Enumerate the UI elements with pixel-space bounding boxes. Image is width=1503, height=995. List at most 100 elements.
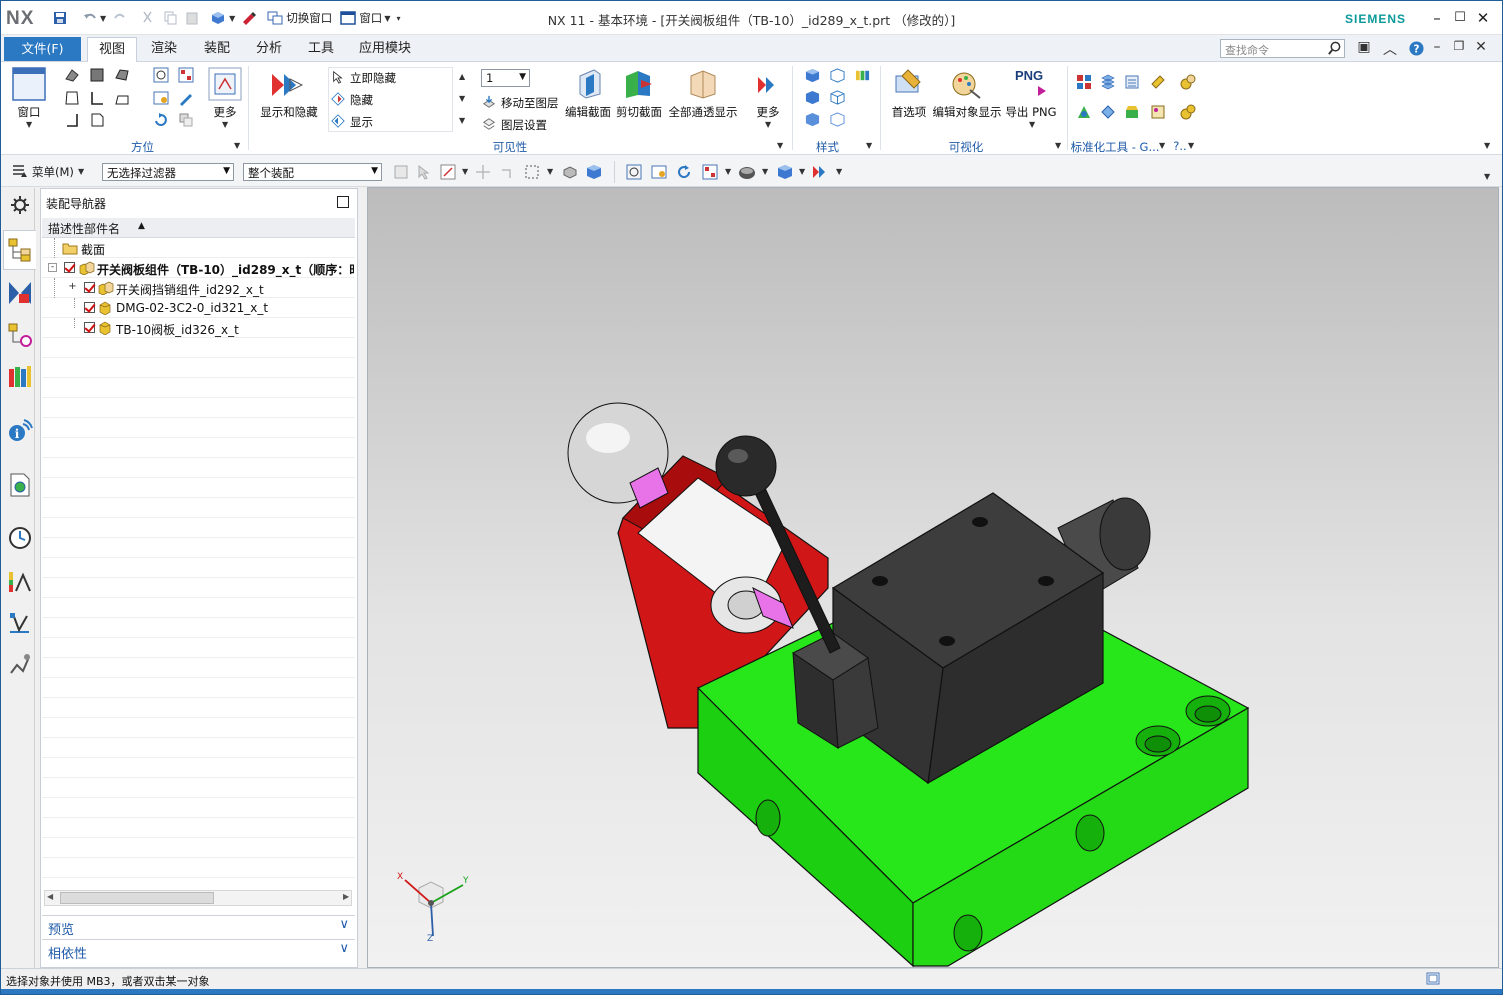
sketch-view-icon[interactable] <box>178 90 194 106</box>
view-front-icon[interactable] <box>89 67 105 83</box>
partially-shaded-icon[interactable] <box>805 90 820 105</box>
std-tool-7-icon[interactable] <box>1124 104 1140 120</box>
render-style-dropdown-icon[interactable]: ▼ <box>762 167 768 176</box>
scroll-left-icon[interactable]: ◀ <box>47 892 53 901</box>
gallery-scroll-up-icon[interactable]: ▲ <box>459 72 465 81</box>
overflow-tool-2-icon[interactable] <box>1180 104 1196 120</box>
show-button[interactable]: 显示 <box>350 114 373 130</box>
std-tool-8-icon[interactable] <box>1150 104 1166 120</box>
navigator-maximize-button[interactable] <box>337 196 349 208</box>
hide-icon[interactable] <box>331 92 345 106</box>
studio-icon[interactable] <box>805 112 820 127</box>
hide-button[interactable]: 隐藏 <box>350 92 373 108</box>
edit-section-icon[interactable] <box>574 68 604 100</box>
web-browser-icon[interactable] <box>7 472 33 498</box>
tree-expand-toggle[interactable]: + <box>68 282 77 292</box>
reorient-icon[interactable] <box>178 112 194 128</box>
overflow-tool-1-icon[interactable] <box>1180 74 1196 90</box>
view-left-icon[interactable] <box>89 90 105 106</box>
immediate-hide-button[interactable]: 立即隐藏 <box>350 70 396 86</box>
selection-filter-select[interactable]: 无选择过滤器 ▼ <box>102 163 234 181</box>
show-hide-dropdown-icon[interactable]: ▼ <box>836 167 842 176</box>
style-group-dropdown-icon[interactable]: ▼ <box>866 141 872 150</box>
zoom-window-icon[interactable] <box>178 67 194 83</box>
visibility-checkbox[interactable] <box>84 322 95 333</box>
menu-dropdown-icon[interactable]: ▼ <box>78 167 84 176</box>
fit-icon[interactable] <box>153 67 169 83</box>
overflow-dropdown-icon[interactable]: ▼ <box>1188 141 1194 150</box>
view-trimetric-icon[interactable] <box>64 67 80 83</box>
layout-dropdown-icon[interactable]: ▼ <box>725 167 731 176</box>
edit-section-button[interactable]: 编辑截面 <box>562 104 614 120</box>
preferences-icon[interactable] <box>894 68 924 100</box>
export-png-button[interactable]: 导出 PNG <box>1005 104 1057 120</box>
search-icon[interactable] <box>1327 41 1342 56</box>
doc-minimize-button[interactable]: – <box>1427 39 1447 55</box>
show-hide-icon[interactable] <box>270 70 304 100</box>
tree-row-section[interactable]: 截面 <box>42 238 355 258</box>
toolbar-options-dropdown-icon[interactable]: ▼ <box>1484 172 1490 181</box>
rect-select-dropdown-icon[interactable]: ▼ <box>547 167 553 176</box>
visibility-more-button[interactable]: 更多 <box>752 104 784 120</box>
preferences-button[interactable]: 首选项 <box>889 104 929 120</box>
visibility-more-icon[interactable] <box>756 75 780 95</box>
layer-select[interactable]: 1 ▼ <box>481 69 530 87</box>
layer-settings-button[interactable]: 图层设置 <box>501 117 547 133</box>
snap-point-dropdown-icon[interactable]: ▼ <box>462 167 468 176</box>
reuse-library-icon[interactable] <box>7 363 33 389</box>
visibility-checkbox[interactable] <box>64 262 75 273</box>
view-right-icon[interactable] <box>114 90 130 106</box>
info-broadcast-icon[interactable]: i <box>7 418 33 444</box>
clip-section-button[interactable]: 剪切截面 <box>615 104 663 120</box>
edit-object-display-icon[interactable] <box>950 68 982 100</box>
view-bottom-icon[interactable] <box>64 112 80 128</box>
immediate-hide-icon[interactable] <box>331 70 345 84</box>
menu-button[interactable]: 菜单(M) <box>32 164 74 180</box>
minimize-button[interactable]: – <box>1426 8 1448 28</box>
show-icon[interactable] <box>331 114 345 128</box>
hidden-wireframe-icon[interactable] <box>830 112 845 127</box>
layout-icon[interactable] <box>702 164 718 180</box>
std-tool-6-icon[interactable] <box>1100 104 1116 120</box>
view-iso-icon[interactable] <box>114 67 130 83</box>
visibility-group-dropdown-icon[interactable]: ▼ <box>777 141 783 150</box>
close-button[interactable]: ✕ <box>1472 8 1494 28</box>
tree-row-root-assembly[interactable]: - 开关阀板组件（TB-10）_id289_x_t（顺序：时... <box>42 258 355 278</box>
settings-gear-icon[interactable] <box>7 192 33 218</box>
selection-scope-select[interactable]: 整个装配 ▼ <box>243 163 382 181</box>
select-solid-icon[interactable] <box>586 164 602 180</box>
gallery-scroll-down-icon[interactable]: ▼ <box>459 94 465 103</box>
pan-icon[interactable] <box>153 90 169 106</box>
tab-render[interactable]: 渲染 <box>143 37 185 62</box>
model-render[interactable] <box>368 188 1498 967</box>
std-tool-4-icon[interactable] <box>1150 74 1166 90</box>
export-png-dropdown-icon[interactable]: ▼ <box>1029 120 1035 129</box>
visualization-group-dropdown-icon[interactable]: ▼ <box>1055 141 1061 150</box>
display-mode-icon[interactable] <box>777 164 793 180</box>
roles-icon[interactable] <box>7 651 33 677</box>
show-all-through-icon[interactable] <box>688 68 718 100</box>
std-tool-3-icon[interactable] <box>1124 74 1140 90</box>
tree-row-part[interactable]: TB-10阀板_id326_x_t <box>42 318 355 338</box>
clip-section-icon[interactable] <box>622 68 656 100</box>
tab-analysis[interactable]: 分析 <box>248 37 290 62</box>
face-analysis-icon[interactable] <box>855 68 870 83</box>
std-tools-dropdown-icon[interactable]: ▼ <box>1159 141 1165 150</box>
help-icon[interactable]: ? <box>1409 41 1424 56</box>
doc-close-button[interactable]: ✕ <box>1471 39 1491 55</box>
refresh-icon[interactable] <box>676 164 692 180</box>
show-hide-button[interactable]: 显示和隐藏 <box>257 104 321 120</box>
layer-settings-icon[interactable] <box>482 117 496 131</box>
snap-pin-icon[interactable] <box>475 164 491 180</box>
wireframe-icon[interactable] <box>830 90 845 105</box>
window-button-dropdown-icon[interactable]: ▼ <box>26 120 32 129</box>
view-back-icon[interactable] <box>89 112 105 128</box>
tab-tools[interactable]: 工具 <box>300 37 342 62</box>
maximize-button[interactable]: ☐ <box>1449 8 1471 28</box>
sort-ascending-icon[interactable]: ▲ <box>138 221 145 231</box>
move-to-layer-button[interactable]: 移动至图层 <box>501 95 559 111</box>
assembly-navigator-icon[interactable] <box>7 237 33 263</box>
visibility-checkbox[interactable] <box>84 282 95 293</box>
gallery-expand-icon[interactable]: ▼ <box>459 116 465 125</box>
doc-restore-button[interactable]: ❐ <box>1449 39 1469 53</box>
